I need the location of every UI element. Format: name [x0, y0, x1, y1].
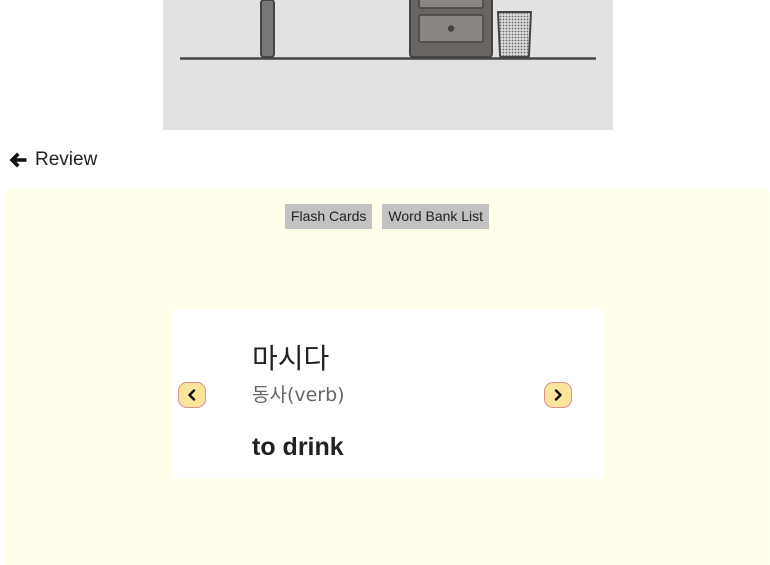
card-meaning: to drink: [252, 433, 344, 461]
vocabulary-panel: Flash Cards Word Bank List 마시다 동사(verb) …: [5, 188, 769, 565]
flash-card: 마시다 동사(verb) to drink: [173, 309, 603, 479]
drawer-cabinet: [409, 0, 493, 58]
chevron-right-icon: [554, 389, 562, 401]
card-part-of-speech: 동사(verb): [252, 384, 345, 406]
view-tabs: Flash Cards Word Bank List: [5, 204, 769, 229]
back-label: Review: [35, 149, 98, 170]
card-word: 마시다: [252, 342, 330, 375]
chevron-left-icon: [188, 389, 196, 401]
wastebasket: [496, 11, 533, 58]
previous-card-button[interactable]: [178, 382, 206, 408]
tab-flash-cards[interactable]: Flash Cards: [284, 204, 373, 229]
tab-word-bank-list[interactable]: Word Bank List: [382, 204, 490, 229]
back-to-review-link[interactable]: Review: [8, 146, 97, 174]
arrow-left-icon: [9, 152, 27, 168]
room-illustration: [163, 0, 613, 130]
next-card-button[interactable]: [544, 382, 572, 408]
table-leg: [260, 0, 275, 58]
